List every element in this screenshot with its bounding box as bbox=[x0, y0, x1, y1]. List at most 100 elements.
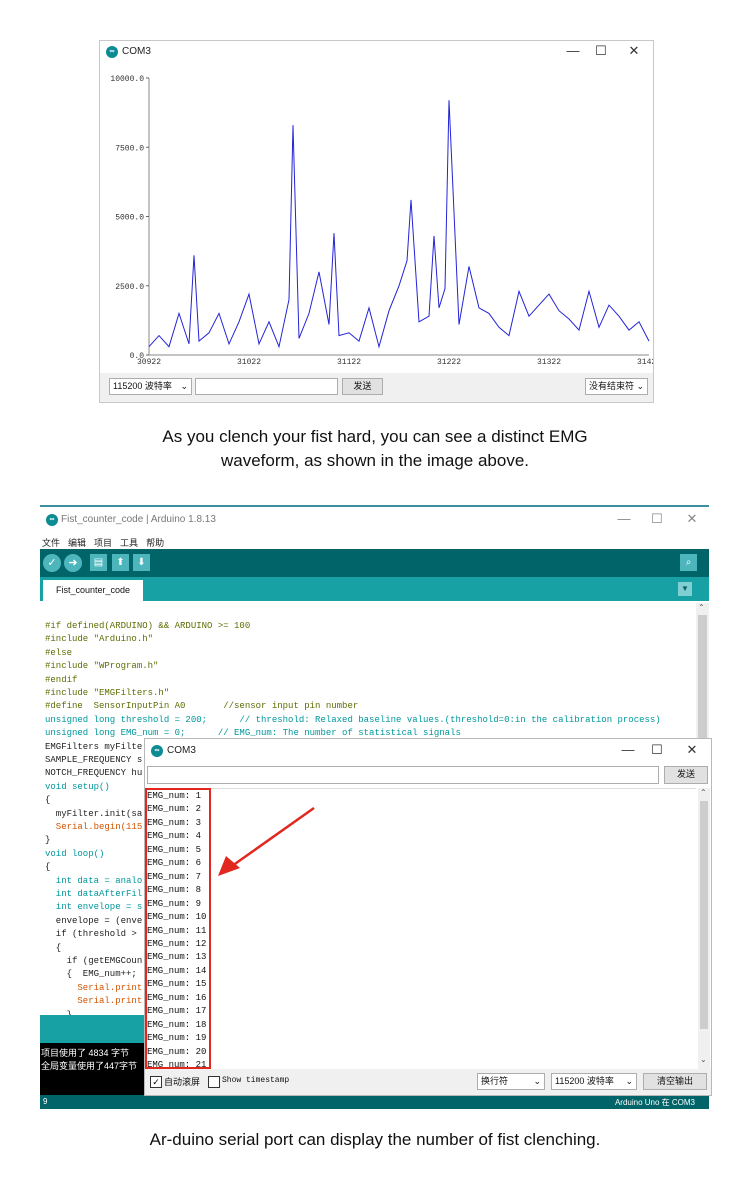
autoscroll-checkbox[interactable]: ✓ bbox=[150, 1076, 162, 1088]
code-line: int envelope = s bbox=[45, 902, 143, 913]
x-tick-label: 31222 bbox=[437, 358, 461, 367]
timestamp-label: Show timestamp bbox=[222, 1076, 290, 1085]
code-line: EMGFilters myFilte bbox=[45, 741, 143, 752]
line-ending-value: 换行符 bbox=[481, 1076, 509, 1086]
code-line: { bbox=[45, 862, 51, 873]
plotter-send-input[interactable] bbox=[195, 378, 338, 395]
monitor-scroll-thumb[interactable] bbox=[700, 801, 708, 1029]
ide-toolbar: ✓ ➜ ▤ ⬆ ⬇ ⌕ bbox=[40, 549, 709, 577]
plotter-baud-select[interactable]: 115200 波特率 ⌄ bbox=[109, 378, 192, 395]
console-output: 项目使用了 4834 字节 全局变量使用了447字节 bbox=[41, 1047, 137, 1073]
close-button[interactable]: ✕ bbox=[683, 743, 701, 757]
y-tick-label: 2500.0 bbox=[115, 283, 144, 292]
y-tick-label: 7500.0 bbox=[115, 144, 144, 153]
status-bar: 9 Arduino Uno 在 COM3 bbox=[40, 1095, 709, 1109]
x-tick-label: 31322 bbox=[537, 358, 561, 367]
plotter-send-button[interactable]: 发送 bbox=[342, 378, 383, 395]
code-line: #include "Arduino.h" bbox=[45, 634, 154, 645]
code-line: #include "EMGFilters.h" bbox=[45, 688, 170, 698]
code-line: { bbox=[45, 795, 51, 806]
x-tick-label: 31122 bbox=[337, 358, 361, 367]
arduino-logo-icon: ∞ bbox=[151, 745, 163, 757]
console-line: 项目使用了 4834 字节 bbox=[41, 1048, 130, 1058]
code-line: #endif bbox=[45, 674, 78, 685]
code-line: myFilter.init(sa bbox=[45, 808, 143, 819]
scroll-down-icon[interactable]: ⌄ bbox=[700, 1055, 707, 1064]
x-tick-label: 30922 bbox=[137, 358, 161, 367]
code-line: { bbox=[45, 942, 62, 953]
x-tick-label: 31422 bbox=[637, 358, 653, 367]
upload-icon[interactable]: ➜ bbox=[64, 554, 82, 572]
line-ending-select[interactable]: 换行符 ⌄ bbox=[477, 1073, 545, 1090]
timestamp-checkbox[interactable] bbox=[208, 1076, 220, 1088]
code-line: SAMPLE_FREQUENCY s bbox=[45, 755, 143, 765]
tab-menu-chevron-icon[interactable]: ▼ bbox=[678, 582, 692, 596]
code-line: NOTCH_FREQUENCY hu bbox=[45, 768, 143, 779]
close-button[interactable]: ✕ bbox=[683, 512, 701, 526]
open-sketch-icon[interactable]: ⬆ bbox=[112, 554, 129, 571]
maximize-button[interactable]: ☐ bbox=[592, 44, 610, 58]
plotter-titlebar: ∞ COM3 — ☐ ✕ bbox=[100, 41, 653, 63]
minimize-button[interactable]: — bbox=[615, 512, 633, 526]
verify-icon[interactable]: ✓ bbox=[43, 554, 61, 572]
ide-title: Fist_counter_code | Arduino 1.8.13 bbox=[61, 514, 216, 525]
plot-series-line bbox=[148, 100, 650, 349]
y-tick-label: 5000.0 bbox=[115, 214, 144, 223]
code-line: Serial.print bbox=[45, 996, 143, 1007]
highlight-box bbox=[145, 788, 211, 1069]
code-line: void loop() bbox=[45, 848, 105, 859]
maximize-button[interactable]: ☐ bbox=[648, 512, 666, 526]
monitor-bottom-bar: ✓ 自动滚屏 Show timestamp 换行符 ⌄ 115200 波特率 ⌄… bbox=[145, 1069, 711, 1095]
menu-tools[interactable]: 工具 bbox=[120, 538, 138, 548]
code-line: } bbox=[45, 835, 51, 846]
monitor-baud-select[interactable]: 115200 波特率 ⌄ bbox=[551, 1073, 637, 1090]
code-line: unsigned long threshold = 200; // thresh… bbox=[45, 714, 661, 725]
code-line: int dataAfterFil bbox=[45, 889, 143, 899]
code-line: Serial.begin(115 bbox=[45, 822, 143, 832]
code-line: void setup() bbox=[45, 781, 110, 792]
clear-output-button[interactable]: 清空输出 bbox=[643, 1073, 707, 1090]
plotter-title: COM3 bbox=[122, 46, 151, 57]
code-line: #else bbox=[45, 647, 73, 658]
code-line: if (getEMGCoun bbox=[45, 956, 143, 966]
menu-edit[interactable]: 编辑 bbox=[68, 538, 86, 548]
monitor-send-input[interactable] bbox=[147, 766, 659, 784]
plotter-bottom-bar: 115200 波特率 ⌄ 发送 没有结束符 ⌄ bbox=[100, 373, 653, 402]
caption-top-line1: As you clench your fist hard, you can se… bbox=[162, 427, 588, 446]
monitor-baud-value: 115200 波特率 bbox=[555, 1076, 614, 1086]
arduino-logo-icon: ∞ bbox=[106, 46, 118, 58]
caption-bottom: Ar-duino serial port can display the num… bbox=[149, 1130, 601, 1149]
code-line: #include "WProgram.h" bbox=[45, 661, 159, 672]
monitor-title: COM3 bbox=[167, 745, 196, 756]
monitor-send-button[interactable]: 发送 bbox=[664, 766, 708, 784]
chevron-down-icon: ⌄ bbox=[180, 381, 188, 391]
save-sketch-icon[interactable]: ⬇ bbox=[133, 554, 150, 571]
code-line: { EMG_num++; bbox=[45, 969, 137, 980]
x-tick-label: 31022 bbox=[237, 358, 261, 367]
chevron-down-icon: ⌄ bbox=[533, 1076, 541, 1086]
minimize-button[interactable]: — bbox=[564, 44, 582, 58]
scroll-up-icon[interactable]: ⌃ bbox=[698, 603, 705, 612]
monitor-scrollbar[interactable]: ⌃ ⌄ bbox=[698, 788, 710, 1069]
serial-monitor-window: ∞ COM3 — ☐ ✕ 发送 EMG_num: 1 EMG_num: 2 EMG_… bbox=[144, 738, 712, 1096]
minimize-button[interactable]: — bbox=[619, 743, 637, 757]
menu-file[interactable]: 文件 bbox=[42, 538, 60, 548]
console-header bbox=[40, 1015, 145, 1043]
plotter-baud-value: 115200 波特率 bbox=[113, 381, 172, 391]
arduino-logo-icon: ∞ bbox=[46, 514, 58, 526]
plotter-line-ending-value: 没有结束符 bbox=[589, 381, 635, 391]
menu-sketch[interactable]: 项目 bbox=[94, 538, 112, 548]
close-button[interactable]: ✕ bbox=[625, 44, 643, 58]
y-tick-label: 10000.0 bbox=[110, 75, 144, 84]
code-line: int data = analo bbox=[45, 875, 143, 886]
menu-help[interactable]: 帮助 bbox=[146, 538, 164, 548]
scroll-up-icon[interactable]: ⌃ bbox=[700, 788, 707, 797]
plotter-line-ending-select[interactable]: 没有结束符 ⌄ bbox=[585, 378, 648, 395]
code-line: if (threshold > bbox=[45, 929, 137, 940]
code-line: envelope = (enve bbox=[45, 915, 143, 926]
tab-fist-counter-code[interactable]: Fist_counter_code bbox=[43, 580, 143, 601]
maximize-button[interactable]: ☐ bbox=[648, 743, 666, 757]
status-board-port: Arduino Uno 在 COM3 bbox=[614, 1098, 695, 1107]
new-sketch-icon[interactable]: ▤ bbox=[90, 554, 107, 571]
serial-monitor-icon[interactable]: ⌕ bbox=[680, 554, 697, 571]
